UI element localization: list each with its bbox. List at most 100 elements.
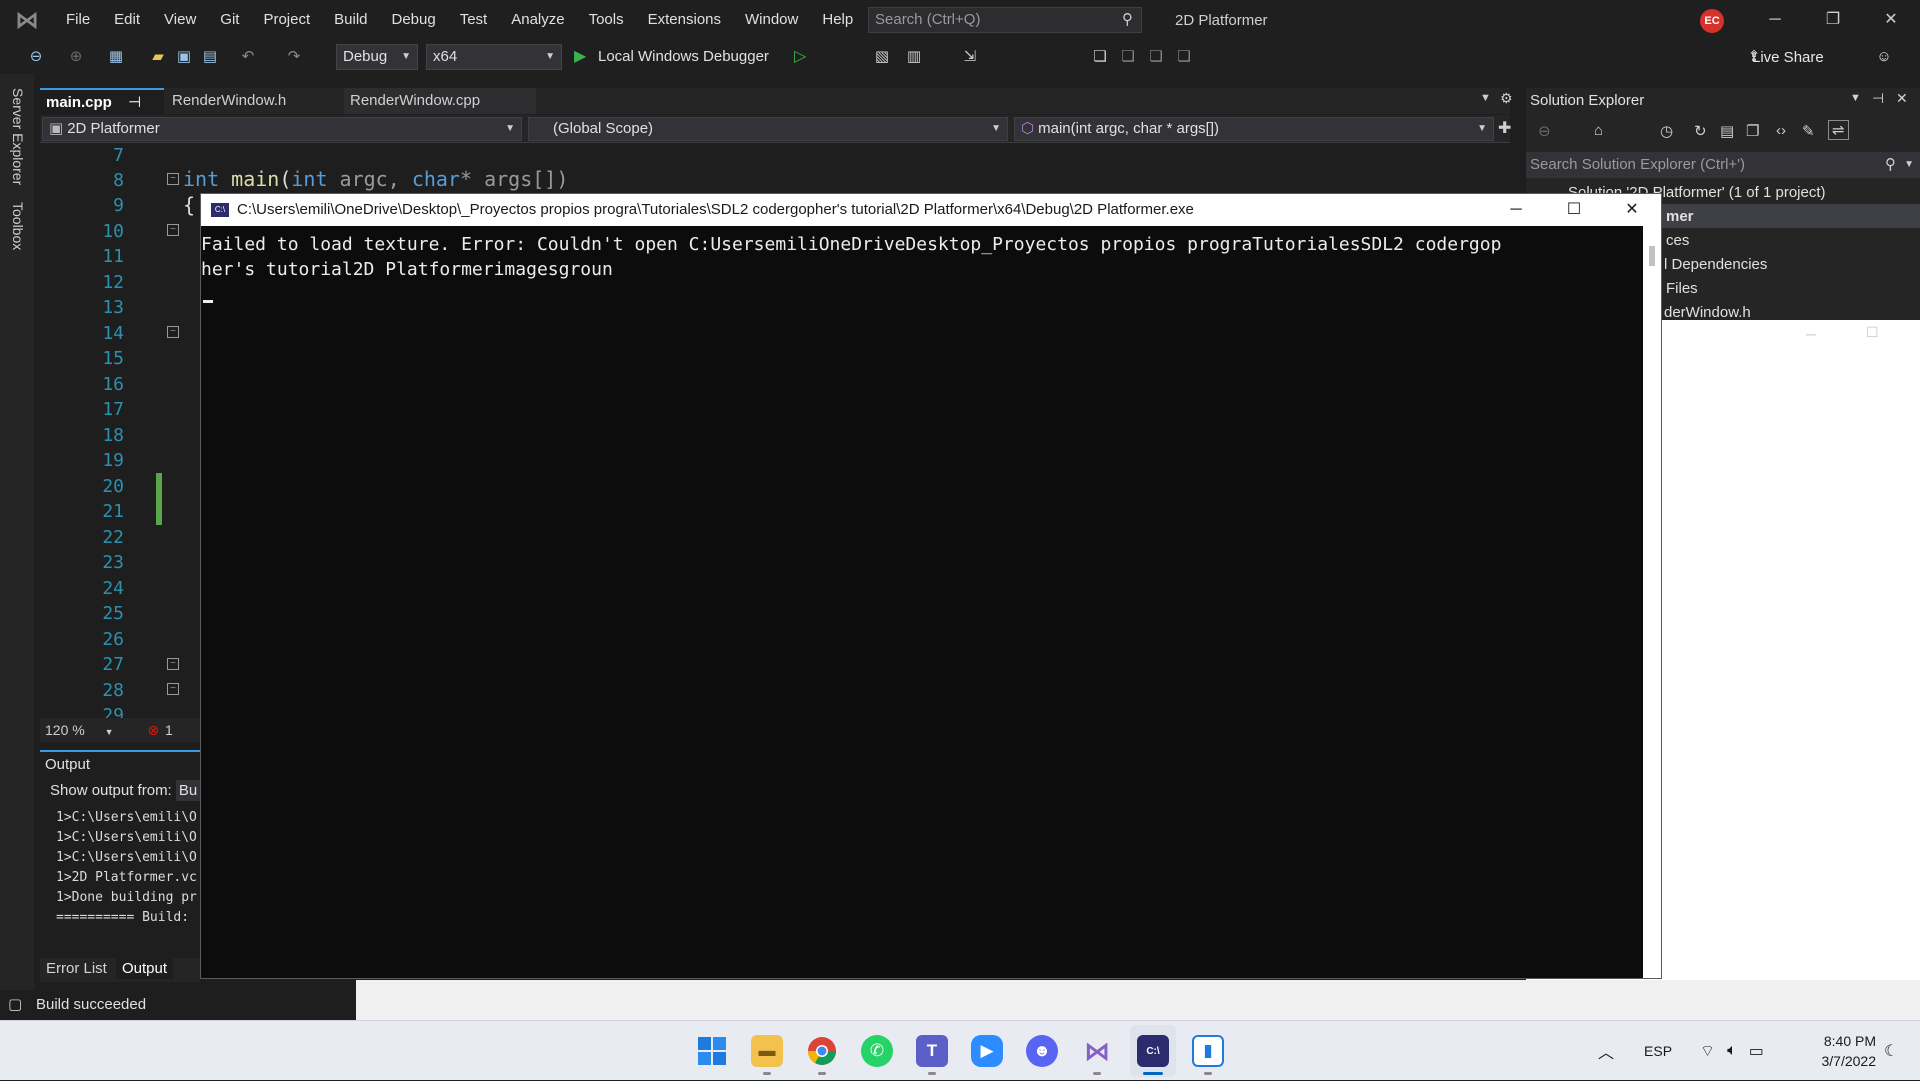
- battery-icon[interactable]: ▭: [1749, 1041, 1764, 1061]
- bookmark-icon[interactable]: ❏: [1090, 48, 1110, 66]
- menu-test[interactable]: Test: [448, 0, 500, 40]
- project-select[interactable]: ▣ 2D Platformer ▼: [42, 117, 522, 141]
- project-node[interactable]: mer: [1666, 208, 1694, 225]
- console-output[interactable]: Failed to load texture. Error: Couldn't …: [201, 232, 1653, 282]
- chevron-up-icon[interactable]: ︿: [1598, 1039, 1614, 1063]
- maximize-button[interactable]: ☐: [1551, 194, 1597, 226]
- chrome-icon[interactable]: [806, 1035, 838, 1067]
- avatar[interactable]: EC: [1700, 9, 1724, 33]
- console-scrollbar[interactable]: [1643, 226, 1661, 978]
- bookmark-prev-icon[interactable]: ❏: [1118, 48, 1138, 66]
- references-node[interactable]: ces: [1666, 232, 1689, 249]
- console-title-bar[interactable]: C:\ C:\Users\emili\OneDrive\Desktop\_Pro…: [201, 194, 1661, 226]
- refresh-icon[interactable]: ↻: [1694, 122, 1707, 140]
- code-line-main[interactable]: int main(int argc, char* args[]): [183, 167, 568, 191]
- search-input[interactable]: Search (Ctrl+Q) ⚲: [868, 7, 1142, 33]
- collapse-all-icon[interactable]: ▤: [1720, 122, 1734, 140]
- configuration-select[interactable]: Debug ▼: [336, 44, 418, 70]
- code-view-icon[interactable]: ‹›: [1776, 122, 1786, 139]
- layout-icon[interactable]: ▥: [904, 48, 924, 66]
- close-button[interactable]: ✕: [1609, 194, 1655, 226]
- gear-icon[interactable]: ⚙: [1500, 90, 1513, 107]
- collapse-icon[interactable]: −: [167, 683, 179, 695]
- menu-file[interactable]: File: [54, 0, 102, 40]
- tab-renderwindow-cpp[interactable]: RenderWindow.cpp: [344, 88, 536, 114]
- step-icon[interactable]: ⇲: [960, 48, 980, 66]
- chevron-down-icon[interactable]: ▼: [1904, 152, 1914, 178]
- menu-debug[interactable]: Debug: [380, 0, 448, 40]
- menu-window[interactable]: Window: [733, 0, 810, 40]
- menu-view[interactable]: View: [152, 0, 208, 40]
- solution-search-input[interactable]: Search Solution Explorer (Ctrl+') ⚲ ▼: [1526, 152, 1920, 178]
- start-debugger-button[interactable]: Local Windows Debugger: [598, 44, 769, 70]
- pin-icon[interactable]: ⊣: [1872, 90, 1884, 107]
- scope-select[interactable]: (Global Scope) ▼: [528, 117, 1008, 141]
- menu-git[interactable]: Git: [208, 0, 251, 40]
- bookmark-next-icon[interactable]: ❏: [1146, 48, 1166, 66]
- show-all-files-icon[interactable]: ❐: [1746, 122, 1759, 140]
- undo-icon[interactable]: ↶: [238, 48, 258, 66]
- renderwindow-h-node[interactable]: derWindow.h: [1664, 304, 1751, 321]
- chevron-down-icon[interactable]: ▼: [1850, 92, 1861, 104]
- save-all-icon[interactable]: ▤: [200, 48, 220, 66]
- start-without-debugging-icon[interactable]: ▷: [794, 46, 806, 66]
- windows-start-icon[interactable]: [696, 1035, 728, 1067]
- chevron-down-icon[interactable]: ▼: [105, 727, 114, 737]
- forward-icon[interactable]: ⊕: [66, 48, 86, 66]
- toolbox-tab[interactable]: Toolbox: [10, 202, 26, 250]
- visual-studio-logo-icon[interactable]: ⋈: [0, 0, 54, 40]
- menu-project[interactable]: Project: [251, 0, 322, 40]
- new-project-icon[interactable]: ▦: [106, 48, 126, 66]
- language-indicator[interactable]: ESP: [1644, 1043, 1672, 1059]
- collapse-icon[interactable]: −: [167, 658, 179, 670]
- minimize-button[interactable]: ─: [1493, 194, 1539, 226]
- collapse-icon[interactable]: −: [167, 173, 179, 185]
- whatsapp-icon[interactable]: ✆: [861, 1035, 893, 1067]
- console-app-icon[interactable]: C:\: [1137, 1035, 1169, 1067]
- menu-extensions[interactable]: Extensions: [636, 0, 733, 40]
- menu-tools[interactable]: Tools: [577, 0, 636, 40]
- split-icon[interactable]: ✚: [1498, 118, 1511, 138]
- close-icon[interactable]: ✕: [1896, 90, 1908, 107]
- files-node[interactable]: Files: [1666, 280, 1698, 297]
- tab-main-cpp[interactable]: main.cpp ⊣ ✕: [40, 88, 164, 114]
- redo-icon[interactable]: ↷: [284, 48, 304, 66]
- live-share-button[interactable]: Live Share: [1752, 45, 1824, 71]
- menu-analyze[interactable]: Analyze: [499, 0, 576, 40]
- restore-button[interactable]: ❐: [1804, 0, 1862, 40]
- feedback-icon[interactable]: ☺: [1874, 48, 1894, 66]
- find-in-files-icon[interactable]: ▧: [872, 48, 892, 66]
- teams-icon[interactable]: T: [916, 1035, 948, 1067]
- notifications-icon[interactable]: ☾: [1884, 1041, 1898, 1061]
- menu-build[interactable]: Build: [322, 0, 379, 40]
- clock[interactable]: 8:40 PM 3/7/2022: [1800, 1031, 1876, 1071]
- error-count[interactable]: 1: [165, 722, 173, 738]
- console-window[interactable]: C:\ C:\Users\emili\OneDrive\Desktop\_Pro…: [200, 193, 1662, 979]
- member-select[interactable]: ⬡ main(int argc, char * args[]) ▼: [1014, 117, 1494, 141]
- tab-list-chevron-icon[interactable]: ▼: [1480, 92, 1491, 104]
- history-icon[interactable]: ◷: [1660, 122, 1673, 140]
- dependencies-node[interactable]: l Dependencies: [1664, 256, 1767, 273]
- properties-icon[interactable]: ✎: [1802, 122, 1815, 140]
- collapse-icon[interactable]: −: [167, 224, 179, 236]
- platform-select[interactable]: x64 ▼: [426, 44, 562, 70]
- save-icon[interactable]: ▣: [174, 48, 194, 66]
- output-source-select[interactable]: Bu: [176, 780, 200, 801]
- minimize-button[interactable]: ─: [1746, 0, 1804, 40]
- volume-icon[interactable]: 🔈︎: [1727, 1042, 1737, 1060]
- code-brace[interactable]: {: [183, 193, 195, 217]
- play-icon[interactable]: ▶: [574, 46, 586, 66]
- preview-icon[interactable]: ⇌: [1828, 120, 1849, 140]
- zoom-level[interactable]: 120 %: [45, 722, 85, 738]
- close-button[interactable]: ✕: [1862, 0, 1920, 40]
- error-icon[interactable]: ⊗: [147, 722, 159, 738]
- zoom-icon[interactable]: ▶: [971, 1035, 1003, 1067]
- back-icon[interactable]: ⊖: [26, 48, 46, 66]
- file-explorer-icon[interactable]: ▬: [751, 1035, 783, 1067]
- pin-icon[interactable]: ⊣: [128, 94, 141, 111]
- discord-icon[interactable]: ☻: [1026, 1035, 1058, 1067]
- menu-edit[interactable]: Edit: [102, 0, 152, 40]
- visual-studio-icon[interactable]: ⋈: [1081, 1035, 1113, 1067]
- tab-output[interactable]: Output: [116, 958, 173, 979]
- home-icon[interactable]: ⌂: [1594, 122, 1603, 139]
